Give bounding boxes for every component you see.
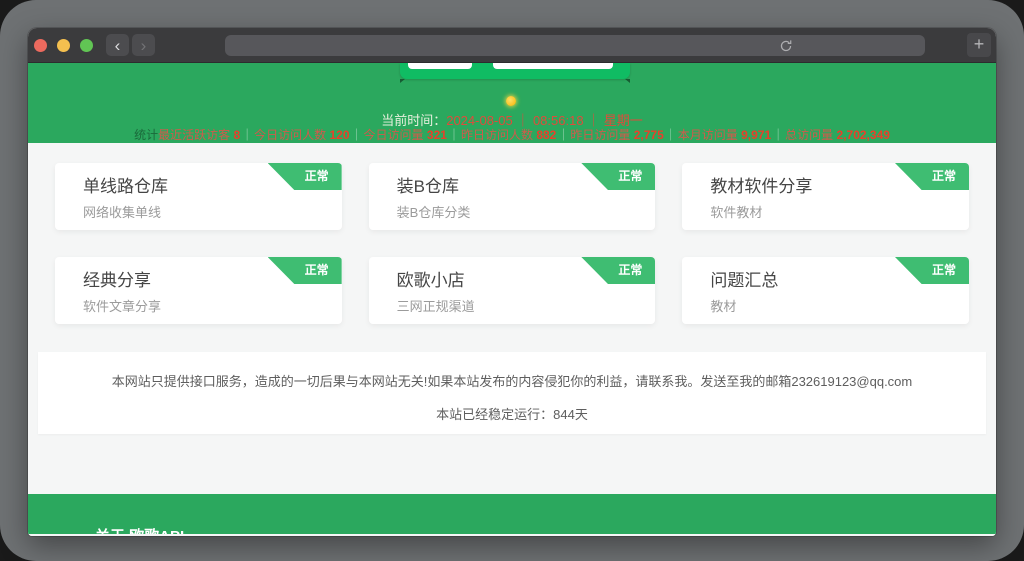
uptime-text: 本站已经稳定运行：844天 [436, 407, 588, 422]
card-title: 欧歌小店 [396, 271, 465, 290]
card-title: 问题汇总 [710, 271, 779, 290]
stats-prefix: 统计 [134, 128, 159, 142]
card-jingdian-fenxiang[interactable]: 经典分享 软件文章分享 正常 [55, 257, 342, 324]
card-title: 单线路仓库 [83, 177, 168, 196]
refresh-icon[interactable] [779, 39, 793, 53]
footer-title: 关于 欧歌API [95, 525, 184, 534]
page-content: 当前时间：2024-08-05 ｜ 08:56:18 ｜ 星期一 统计最近活跃访… [28, 63, 996, 536]
zoom-button[interactable] [80, 38, 93, 52]
stat-separator: ｜ [447, 128, 460, 142]
stat-value: 9,971 [741, 128, 772, 142]
card-jiaocai-ruanjian[interactable]: 教材软件分享 软件教材 正常 [682, 163, 969, 230]
disclaimer-text: 本网站只提供接口服务，造成的一切后果与本网站无关!如果本站发布的内容侵犯你的利益… [111, 374, 913, 389]
minimize-button[interactable] [57, 38, 70, 52]
stat-label: 今日访问人数 [254, 128, 327, 142]
stat-separator: ｜ [350, 128, 363, 142]
card-subtitle: 软件教材 [710, 205, 763, 220]
new-tab-button[interactable]: + [967, 33, 991, 57]
stat-label: 总访问量 [785, 128, 834, 142]
visitor-stats-row: 统计最近活跃访客 8｜今日访问人数 120｜今日访问量 321｜昨日访问人数 8… [28, 126, 996, 143]
nav-tab-button[interactable] [493, 63, 613, 69]
nav-tabs-partial [400, 63, 630, 83]
card-wenti-huizong[interactable]: 问题汇总 教材 正常 [682, 257, 969, 324]
stat-separator: ｜ [772, 128, 785, 142]
forward-button[interactable]: › [132, 34, 155, 56]
forward-icon: › [140, 35, 147, 55]
stat-label: 最近活跃访客 [158, 128, 231, 142]
address-bar[interactable] [225, 35, 925, 56]
card-grid: 单线路仓库 网络收集单线 正常 装B仓库 装B仓库分类 正常 教材软件分享 软件… [55, 163, 969, 324]
page-footer: 关于 欧歌API [28, 494, 996, 534]
stat-value: 882 [536, 128, 557, 142]
card-subtitle: 教材 [710, 299, 737, 314]
card-subtitle: 网络收集单线 [83, 205, 162, 220]
disclaimer-panel: 本网站只提供接口服务，造成的一切后果与本网站无关!如果本站发布的内容侵犯你的利益… [38, 352, 986, 434]
browser-window: ‹ › + 当前时间：2024-08-05 ｜ 08:56:18 ｜ 星期一 统… [28, 28, 996, 536]
stat-value: 321 [426, 128, 447, 142]
stat-separator: ｜ [557, 128, 570, 142]
card-title: 装B仓库 [396, 177, 459, 196]
stat-label: 昨日访问量 [570, 128, 631, 142]
stat-label: 昨日访问人数 [460, 128, 533, 142]
back-icon: ‹ [114, 35, 121, 55]
back-button[interactable]: ‹ [106, 34, 129, 56]
header-banner: 当前时间：2024-08-05 ｜ 08:56:18 ｜ 星期一 统计最近活跃访… [28, 63, 996, 143]
nav-tab-button[interactable] [408, 63, 472, 69]
card-title: 教材软件分享 [710, 177, 813, 196]
sun-icon [506, 96, 516, 106]
stat-separator: ｜ [241, 128, 254, 142]
browser-titlebar: ‹ › + [28, 28, 996, 63]
stat-value: 120 [329, 128, 350, 142]
stat-label: 本月访问量 [677, 128, 738, 142]
history-buttons: ‹ › [106, 34, 155, 56]
stat-value: 2,775 [633, 128, 664, 142]
card-title: 经典分享 [83, 271, 151, 290]
card-zhuangb-cangku[interactable]: 装B仓库 装B仓库分类 正常 [368, 163, 656, 230]
card-ouge-xiaodian[interactable]: 欧歌小店 三网正规渠道 正常 [368, 257, 656, 324]
window-frame: ‹ › + 当前时间：2024-08-05 ｜ 08:56:18 ｜ 星期一 统… [0, 0, 1024, 561]
card-danxianlu-cangku[interactable]: 单线路仓库 网络收集单线 正常 [55, 163, 342, 230]
card-subtitle: 装B仓库分类 [396, 205, 471, 220]
card-subtitle: 软件文章分享 [83, 299, 162, 314]
stat-separator: ｜ [664, 128, 677, 142]
card-subtitle: 三网正规渠道 [396, 299, 475, 314]
stat-value: 2,702,349 [836, 128, 890, 142]
window-controls [34, 28, 93, 62]
close-button[interactable] [34, 38, 47, 52]
stat-label: 今日访问量 [363, 128, 424, 142]
